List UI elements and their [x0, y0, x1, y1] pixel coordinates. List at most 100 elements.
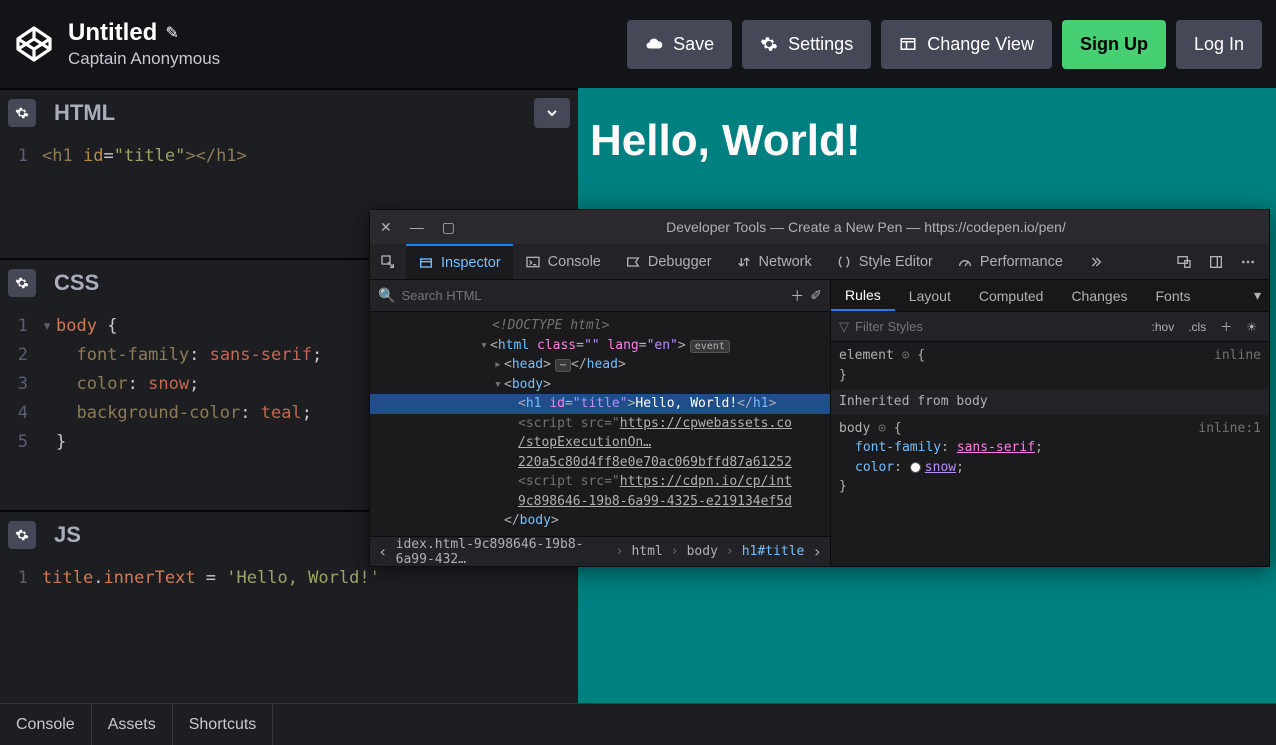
chevron-right-icon[interactable]: › [812, 542, 822, 561]
rules-body[interactable]: element ⊙ {inline } Inherited from body … [831, 342, 1269, 566]
minimize-icon[interactable]: — [410, 219, 424, 235]
edit-title-icon[interactable]: ✎ [165, 23, 178, 43]
sign-up-button[interactable]: Sign Up [1062, 20, 1166, 69]
devtools-toolbar-right [1163, 244, 1269, 279]
preview-heading: Hello, World! [578, 88, 1276, 194]
maximize-icon[interactable]: ▢ [442, 219, 455, 236]
line-number: 1 [0, 142, 42, 171]
network-icon [736, 254, 752, 270]
breadcrumb-file[interactable]: idex.html-9c898646-19b8-6a99-432… [396, 537, 608, 567]
tabs-overflow-button[interactable] [1075, 244, 1115, 279]
twisty-icon[interactable]: ▾ [494, 375, 504, 395]
rtab-rules[interactable]: Rules [831, 280, 895, 311]
log-in-label: Log In [1194, 34, 1244, 55]
change-view-button[interactable]: Change View [881, 20, 1052, 69]
rtab-dropdown-icon[interactable]: ▾ [1246, 280, 1269, 311]
breadcrumb-body[interactable]: body [687, 544, 718, 559]
html-panel-title: HTML [44, 96, 125, 130]
breadcrumb-html[interactable]: html [631, 544, 662, 559]
filter-styles-input[interactable] [855, 319, 1142, 334]
hov-toggle[interactable]: :hov [1148, 320, 1179, 334]
chevron-left-icon[interactable]: ‹ [378, 542, 388, 561]
tab-inspector-label: Inspector [441, 255, 501, 271]
add-node-icon[interactable]: ＋ [790, 286, 804, 306]
close-icon[interactable]: ✕ [380, 219, 392, 236]
footer-tab-console[interactable]: Console [0, 704, 92, 745]
add-rule-icon[interactable]: ＋ [1216, 318, 1236, 335]
js-editor[interactable]: 1title.innerText = 'Hello, World!' [0, 558, 578, 703]
more-icon[interactable] [1239, 253, 1257, 271]
rtab-computed[interactable]: Computed [965, 280, 1058, 311]
fold-icon[interactable]: ▾ [42, 312, 56, 341]
dom-tree[interactable]: <!DOCTYPE html> ▾<html class="" lang="en… [370, 312, 830, 536]
tab-style-editor-label: Style Editor [859, 254, 933, 270]
tab-style-editor[interactable]: Style Editor [824, 244, 945, 279]
html-panel-menu-button[interactable] [534, 98, 570, 128]
dock-side-icon[interactable] [1207, 253, 1225, 271]
tab-performance[interactable]: Performance [945, 244, 1075, 279]
dom-panel: 🔍 ＋ ✐ <!DOCTYPE html> ▾<html class="" la… [370, 280, 831, 566]
color-swatch[interactable] [910, 462, 921, 473]
twisty-icon[interactable]: ▾ [480, 336, 490, 356]
pen-title-area: Untitled ✎ Captain Anonymous [68, 19, 220, 69]
save-button-label: Save [673, 34, 714, 55]
dom-node-selected[interactable]: <h1 id="title">Hello, World!</h1> [370, 394, 830, 414]
console-icon [525, 254, 541, 270]
filter-icon: ▽ [839, 319, 849, 335]
inherited-from-label: Inherited from body [831, 389, 1269, 415]
footer-tab-assets[interactable]: Assets [92, 704, 173, 745]
change-view-label: Change View [927, 34, 1034, 55]
settings-button[interactable]: Settings [742, 20, 871, 69]
dom-search-bar: 🔍 ＋ ✐ [370, 280, 830, 312]
target-icon[interactable]: ⊙ [878, 421, 886, 436]
cloud-icon [645, 35, 663, 53]
twisty-icon[interactable]: ▸ [494, 355, 504, 375]
inspector-icon [418, 255, 434, 271]
devtools-titlebar[interactable]: ✕ — ▢ Developer Tools — Create a New Pen… [370, 210, 1269, 244]
eyedropper-icon[interactable]: ✐ [810, 287, 822, 304]
search-icon: 🔍 [378, 287, 395, 304]
tab-debugger-label: Debugger [648, 254, 712, 270]
tab-debugger[interactable]: Debugger [613, 244, 724, 279]
layout-icon [899, 35, 917, 53]
cls-toggle[interactable]: .cls [1184, 320, 1210, 334]
rtab-fonts[interactable]: Fonts [1141, 280, 1204, 311]
rtab-changes[interactable]: Changes [1057, 280, 1141, 311]
responsive-mode-icon[interactable] [1175, 253, 1193, 271]
settings-button-label: Settings [788, 34, 853, 55]
js-settings-button[interactable] [8, 521, 36, 549]
footer: Console Assets Shortcuts [0, 703, 1276, 745]
dom-search-input[interactable] [401, 288, 784, 303]
breadcrumb-current[interactable]: h1#title [742, 544, 805, 559]
footer-tab-shortcuts[interactable]: Shortcuts [173, 704, 274, 745]
rtab-layout[interactable]: Layout [895, 280, 965, 311]
tab-performance-label: Performance [980, 254, 1063, 270]
header-actions: Save Settings Change View Sign Up Log In [627, 20, 1262, 69]
gear-icon [760, 35, 778, 53]
tab-network-label: Network [759, 254, 812, 270]
save-button[interactable]: Save [627, 20, 732, 69]
light-mode-icon[interactable]: ☀ [1242, 320, 1261, 334]
filter-bar: ▽ :hov .cls ＋ ☀ [831, 312, 1269, 342]
html-panel-header: HTML [0, 88, 578, 136]
tab-console-label: Console [548, 254, 601, 270]
pen-title[interactable]: Untitled [68, 19, 157, 47]
ellipsis-icon[interactable]: ⋯ [555, 359, 571, 372]
tab-console[interactable]: Console [513, 244, 613, 279]
devtools-tabs: Inspector Console Debugger Network Style… [370, 244, 1269, 280]
css-settings-button[interactable] [8, 269, 36, 297]
css-panel-title: CSS [44, 266, 109, 300]
devtools-title: Developer Tools — Create a New Pen — htt… [473, 219, 1259, 235]
devtools-window: ✕ — ▢ Developer Tools — Create a New Pen… [369, 209, 1270, 567]
tab-network[interactable]: Network [724, 244, 824, 279]
style-editor-icon [836, 254, 852, 270]
pen-author[interactable]: Captain Anonymous [68, 49, 220, 69]
tab-inspector[interactable]: Inspector [406, 244, 513, 279]
html-settings-button[interactable] [8, 99, 36, 127]
log-in-button[interactable]: Log In [1176, 20, 1262, 69]
target-icon[interactable]: ⊙ [902, 348, 910, 363]
pick-element-button[interactable] [370, 244, 406, 279]
js-panel-title: JS [44, 518, 91, 552]
app-header: Untitled ✎ Captain Anonymous Save Settin… [0, 0, 1276, 88]
rules-tabs: Rules Layout Computed Changes Fonts ▾ [831, 280, 1269, 312]
